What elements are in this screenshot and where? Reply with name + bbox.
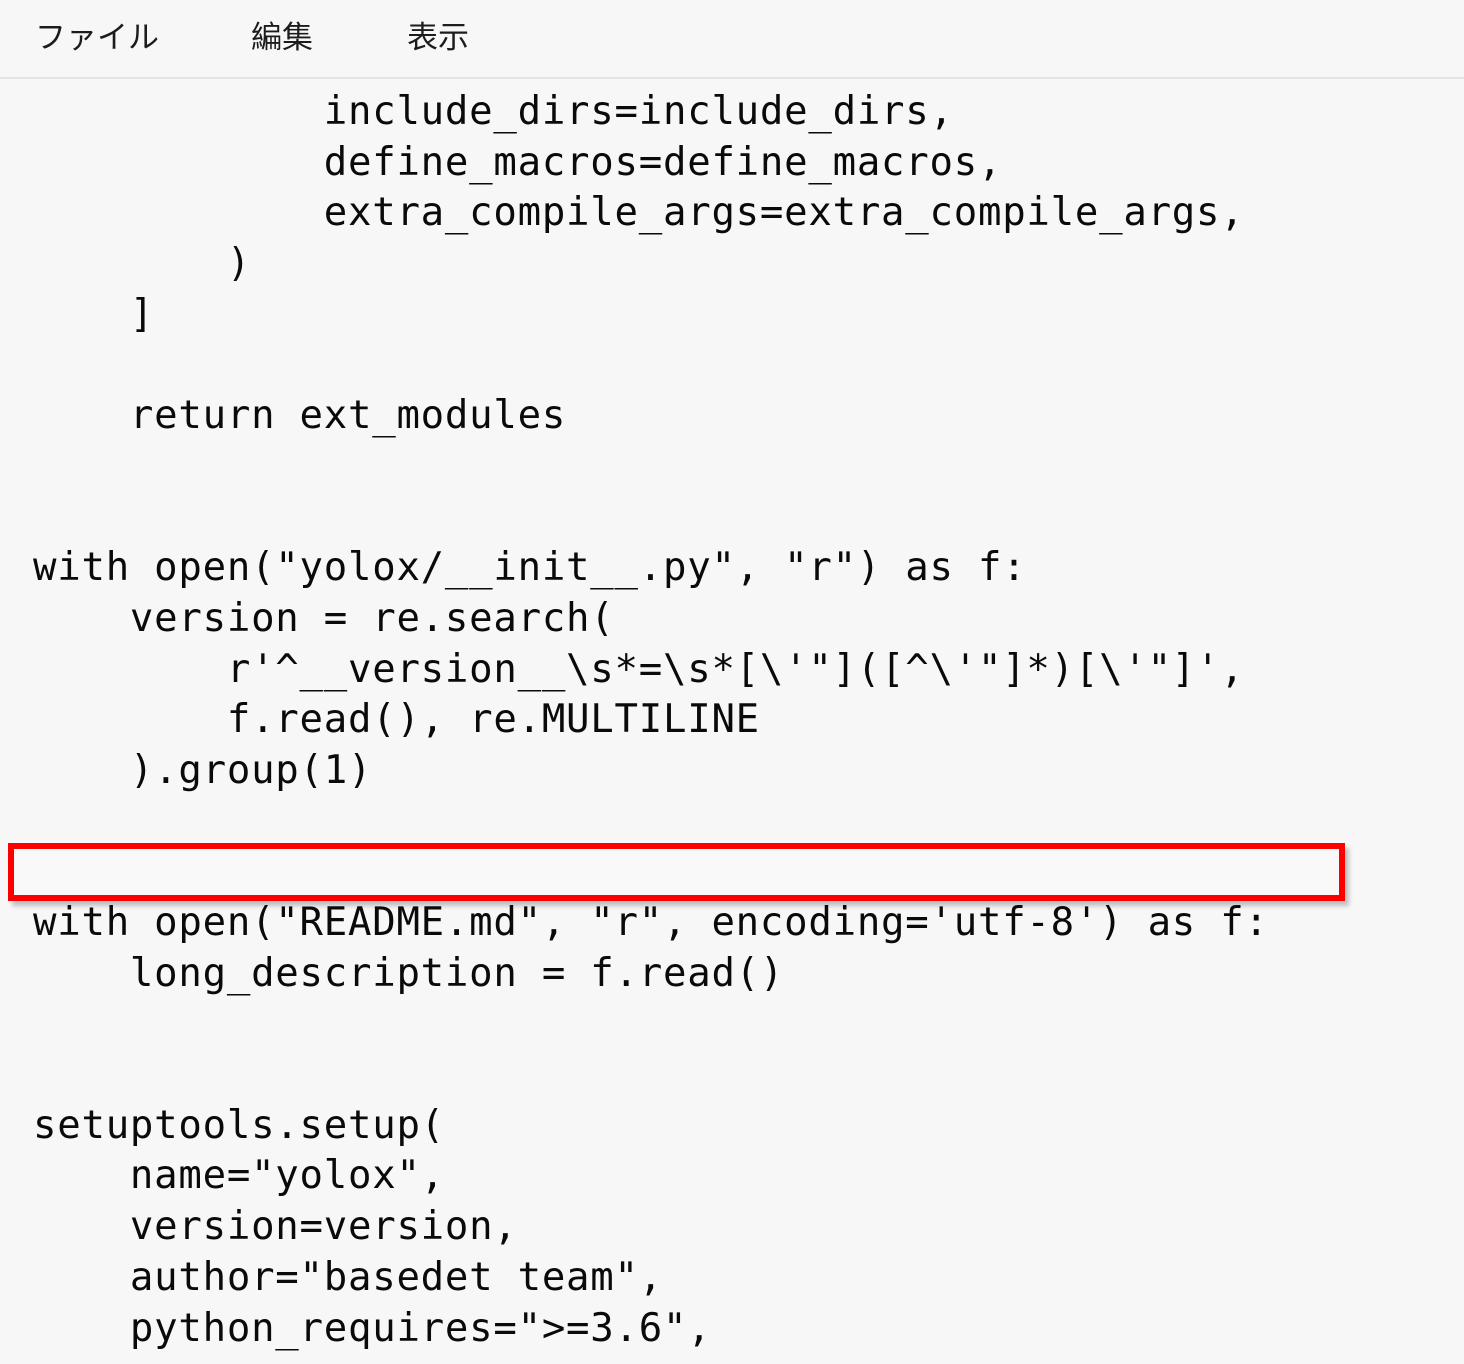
code-line: extra_compile_args=extra_compile_args, — [33, 190, 1245, 236]
code-line: ).group(1) — [33, 747, 373, 793]
code-line: version = re.search( — [33, 595, 615, 641]
code-line: f.read(), re.MULTILINE — [33, 697, 760, 743]
code-line: ) — [33, 241, 252, 287]
code-line: with open("README.md", "r", encoding='ut… — [33, 900, 1269, 945]
editor-window: ファイル 編集 表示 include_dirs=include_dirs, de… — [0, 0, 1464, 1364]
highlight-rectangle — [8, 843, 1345, 902]
code-line: define_macros=define_macros, — [33, 139, 1003, 185]
code-line: with open("yolox/__init__.py", "r") as f… — [33, 545, 1027, 591]
code-line: name="yolox", — [33, 1153, 445, 1199]
code-line: long_description = f.read() — [33, 950, 785, 996]
menu-item-edit[interactable]: 編集 — [249, 19, 315, 58]
menu-item-file[interactable]: ファイル — [33, 19, 161, 58]
code-line: r'^__version__\s*=\s*[\'"]([^\'"]*)[\'"]… — [33, 646, 1245, 692]
code-line: include_dirs=include_dirs, — [33, 89, 954, 134]
code-line: python_requires=">=3.6", — [33, 1305, 712, 1351]
code-editor-area[interactable]: include_dirs=include_dirs, define_macros… — [0, 81, 1464, 1364]
menu-bar: ファイル 編集 表示 — [0, 0, 1464, 79]
code-line: setuptools.setup( — [33, 1102, 445, 1148]
code-line: return ext_modules — [33, 393, 567, 439]
code-line: version=version, — [33, 1204, 518, 1250]
code-line: author="basedet team", — [33, 1254, 663, 1300]
menu-item-view[interactable]: 表示 — [405, 19, 471, 58]
code-line-list: include_dirs=include_dirs, define_macros… — [0, 81, 1345, 1354]
code-line-highlighted — [0, 843, 1345, 902]
code-line: ] — [33, 291, 155, 337]
